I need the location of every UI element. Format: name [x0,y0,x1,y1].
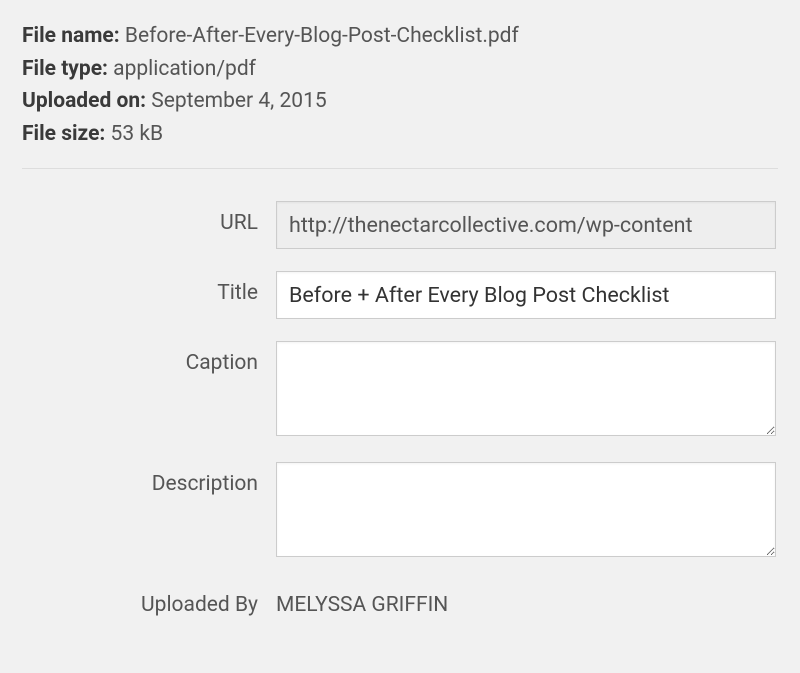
section-divider [22,168,778,169]
file-type-label: File type: [22,57,108,81]
uploaded-by-label: Uploaded By [22,583,276,617]
title-input[interactable] [276,271,776,319]
file-type-row: File type: application/pdf [22,53,778,86]
caption-row: Caption [22,341,778,440]
url-label: URL [22,201,276,235]
file-name-value: Before-After-Every-Blog-Post-Checklist.p… [125,24,519,48]
title-row: Title [22,271,778,319]
file-metadata: File name: Before-After-Every-Blog-Post-… [22,20,778,150]
description-label: Description [22,462,276,496]
url-row: URL [22,201,778,249]
file-type-value: application/pdf [113,57,256,81]
file-name-label: File name: [22,24,120,48]
uploaded-by-value: MELYSSA GRIFFIN [276,583,776,617]
uploaded-on-row: Uploaded on: September 4, 2015 [22,85,778,118]
url-input[interactable] [276,201,776,249]
caption-label: Caption [22,341,276,375]
file-name-row: File name: Before-After-Every-Blog-Post-… [22,20,778,53]
title-label: Title [22,271,276,305]
file-size-value: 53 kB [111,122,164,146]
uploaded-on-value: September 4, 2015 [151,89,326,113]
description-row: Description [22,462,778,561]
uploaded-by-row: Uploaded By MELYSSA GRIFFIN [22,583,778,617]
description-textarea[interactable] [276,462,776,557]
attachment-form: URL Title Caption Description Uploaded B… [22,201,778,617]
caption-textarea[interactable] [276,341,776,436]
uploaded-on-label: Uploaded on: [22,89,146,113]
file-size-row: File size: 53 kB [22,118,778,151]
file-size-label: File size: [22,122,105,146]
